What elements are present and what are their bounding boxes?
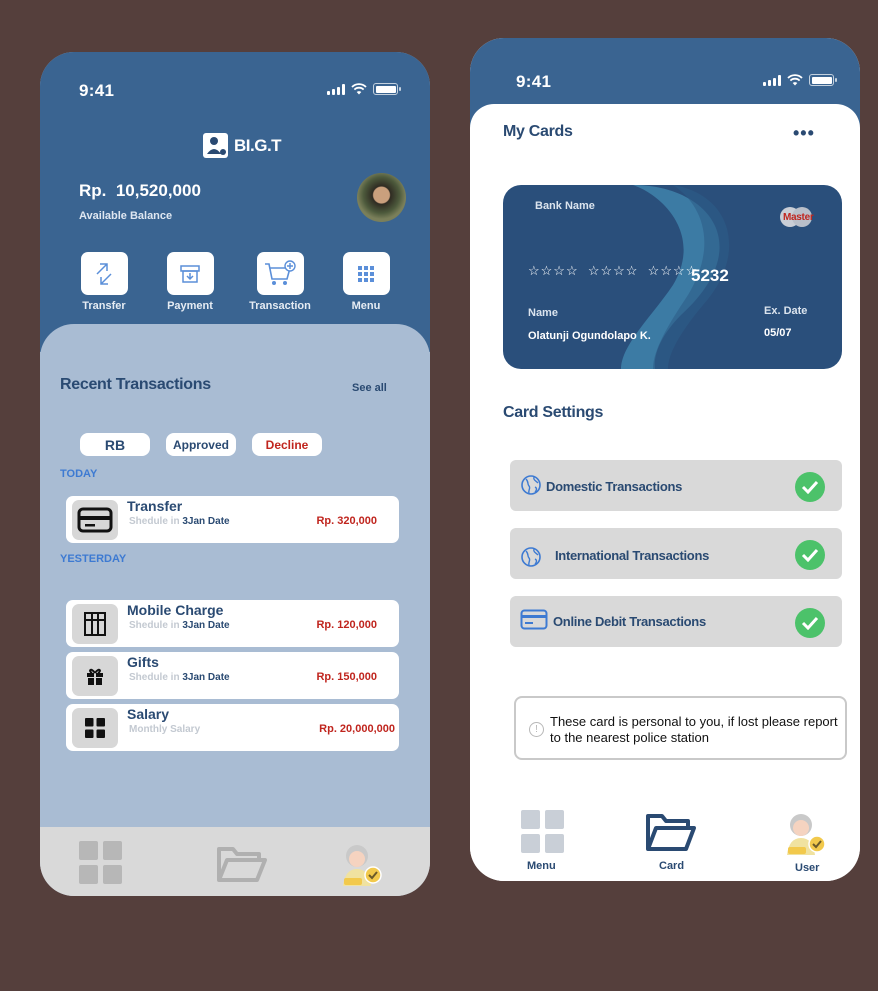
wifi-icon — [351, 83, 367, 95]
card-last-digits: 5232 — [691, 266, 729, 285]
phone-charge-icon — [72, 604, 118, 644]
bank-card[interactable]: Bank Name Master ☆☆☆☆ ☆☆☆☆ ☆☆☆☆ 5232 Nam… — [503, 185, 842, 369]
gift-icon — [72, 656, 118, 696]
card-settings-title: Card Settings — [503, 404, 604, 421]
setting-label: International Transactions — [555, 548, 710, 563]
status-time: 9:41 — [79, 81, 115, 100]
globe-icon — [521, 547, 541, 567]
transactions-panel — [40, 324, 430, 844]
transaction-amount: Rp. 120,000 — [316, 619, 377, 631]
balance-label: Available Balance — [79, 210, 173, 222]
see-all-link[interactable]: See all — [352, 382, 387, 394]
info-icon: ! — [529, 722, 544, 737]
transaction-row[interactable]: Salary Monthly Salary Rp. 20,000,000 — [66, 704, 399, 751]
filter-rb[interactable]: RB — [80, 433, 150, 456]
folder-icon[interactable] — [216, 845, 268, 885]
transaction-row[interactable]: Transfer Shedule in 3Jan Date Rp. 320,00… — [66, 496, 399, 543]
card-holder-name: Olatunji Ogundolapo K. — [528, 330, 651, 342]
card-expiry-date: 05/07 — [764, 327, 792, 339]
status-bar: 9:41 — [40, 52, 430, 112]
my-cards-screen: 9:41 My Cards ••• Bank Name Master ☆☆☆☆ … — [470, 38, 860, 881]
transfer-icon — [80, 252, 128, 295]
transaction-title: Gifts — [127, 654, 159, 670]
mastercard-logo: Master — [780, 207, 814, 227]
status-icons — [763, 74, 837, 86]
transaction-subtitle: Shedule in 3Jan Date — [129, 672, 230, 683]
setting-international-transactions[interactable]: International Transactions — [510, 528, 842, 579]
more-options-icon[interactable]: ••• — [793, 123, 815, 144]
status-time: 9:41 — [516, 72, 552, 91]
transaction-row[interactable]: Mobile Charge Shedule in 3Jan Date Rp. 1… — [66, 600, 399, 647]
payment-action[interactable]: Payment — [155, 252, 225, 312]
user-avatar-icon[interactable] — [784, 811, 830, 857]
setting-online-debit-transactions[interactable]: Online Debit Transactions — [510, 596, 842, 647]
setting-domestic-transactions[interactable]: Domestic Transactions — [510, 460, 842, 511]
signal-icon — [763, 74, 781, 86]
folder-icon[interactable] — [645, 812, 697, 854]
battery-icon — [373, 83, 401, 95]
transaction-amount: Rp. 150,000 — [316, 671, 377, 683]
transaction-subtitle: Shedule in 3Jan Date — [129, 516, 230, 527]
status-icons — [327, 83, 401, 95]
notice-box: ! These card is personal to you, if lost… — [514, 696, 847, 760]
globe-icon — [521, 475, 541, 495]
status-bar: 9:41 — [470, 38, 860, 98]
brand-user-icon — [203, 133, 228, 158]
transaction-title: Transfer — [127, 498, 183, 514]
grid-icon — [342, 252, 390, 295]
check-icon[interactable] — [795, 472, 825, 502]
card-masked-number: ☆☆☆☆ ☆☆☆☆ ☆☆☆☆ — [528, 263, 699, 278]
notice-text: These card is personal to you, if lost p… — [550, 714, 838, 745]
transaction-subtitle: Shedule in 3Jan Date — [129, 620, 230, 631]
signal-icon — [327, 83, 345, 95]
nav-user-label[interactable]: User — [795, 862, 819, 874]
transaction-amount: Rp. 20,000,000 — [319, 723, 395, 735]
balance-amount: Rp. 10,520,000 — [79, 181, 201, 200]
setting-label: Domestic Transactions — [546, 479, 683, 494]
nav-menu-label[interactable]: Menu — [527, 860, 556, 872]
check-icon[interactable] — [795, 540, 825, 570]
credit-card-icon — [520, 609, 548, 630]
check-icon[interactable] — [795, 608, 825, 638]
transaction-row[interactable]: Gifts Shedule in 3Jan Date Rp. 150,000 — [66, 652, 399, 699]
menu-grid-icon[interactable] — [79, 841, 122, 884]
home-screen: 9:41 BI.G.T Rp. 10,520,000 Available Bal… — [40, 52, 430, 896]
cart-icon — [256, 252, 304, 295]
section-today: TODAY — [60, 468, 98, 480]
user-avatar-icon[interactable] — [340, 842, 386, 888]
transfer-label: Transfer — [82, 300, 126, 312]
setting-label: Online Debit Transactions — [553, 614, 706, 629]
card-expiry-label: Ex. Date — [764, 305, 808, 317]
transfer-action[interactable]: Transfer — [69, 252, 139, 312]
menu-label: Menu — [351, 300, 381, 312]
brand: BI.G.T — [203, 133, 282, 158]
transaction-subtitle: Monthly Salary — [129, 724, 201, 735]
payment-label: Payment — [167, 300, 213, 312]
filter-decline[interactable]: Decline — [252, 433, 322, 456]
recent-transactions-title: Recent Transactions — [60, 376, 211, 393]
archive-icon — [166, 252, 214, 295]
profile-avatar[interactable] — [357, 173, 406, 222]
credit-card-icon — [72, 500, 118, 540]
menu-action[interactable]: Menu — [331, 252, 401, 312]
section-yesterday: YESTERDAY — [60, 553, 127, 565]
transaction-label: Transaction — [249, 300, 311, 312]
nav-card-label[interactable]: Card — [659, 860, 684, 872]
transaction-action[interactable]: Transaction — [245, 252, 315, 312]
transaction-amount: Rp. 320,000 — [316, 515, 377, 527]
filter-approved[interactable]: Approved — [166, 433, 236, 456]
card-bank-name: Bank Name — [535, 200, 595, 212]
apps-icon — [72, 708, 118, 748]
bottom-nav — [40, 827, 430, 896]
card-name-label: Name — [528, 307, 558, 319]
brand-name: BI.G.T — [234, 135, 282, 155]
menu-grid-icon[interactable] — [521, 810, 564, 853]
wifi-icon — [787, 74, 803, 86]
battery-icon — [809, 74, 837, 86]
transaction-title: Salary — [127, 706, 170, 722]
transaction-title: Mobile Charge — [127, 602, 224, 618]
page-title: My Cards — [503, 123, 573, 140]
